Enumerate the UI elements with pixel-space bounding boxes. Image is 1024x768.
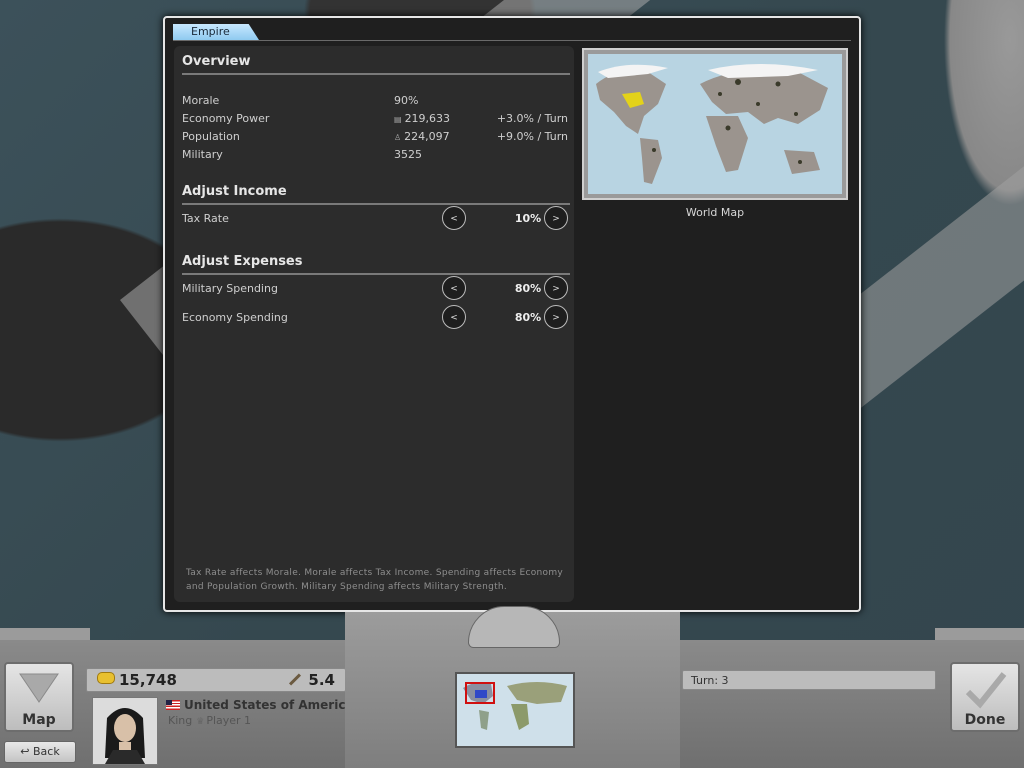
economy-spending-label: Economy Spending [182, 311, 288, 324]
minimap[interactable] [455, 672, 575, 748]
gold-value: 15,748 [119, 671, 177, 689]
income-title: Adjust Income [182, 184, 287, 199]
player-label: Player 1 [206, 714, 252, 727]
tax-increase-button[interactable]: > [544, 206, 568, 230]
world-map-image [588, 54, 842, 194]
divider [182, 73, 570, 75]
stat-value-wrap: ♙ 224,097 [394, 130, 450, 143]
coin-icon: ▤ [394, 115, 402, 124]
stat-value: 219,633 [404, 112, 451, 125]
stat-change: +3.0% / Turn [496, 112, 568, 125]
turn-display: Turn: 3 [682, 670, 936, 690]
stat-value-wrap: ▤ 219,633 [394, 112, 450, 125]
gold-icon [97, 672, 115, 684]
rank-label: King [168, 714, 193, 727]
military-increase-button[interactable]: > [544, 276, 568, 300]
military-spending-label: Military Spending [182, 282, 278, 295]
tab-empire[interactable]: Empire [173, 24, 259, 40]
stat-row-morale: Morale 90% [182, 94, 570, 110]
triangle-down-icon [19, 673, 59, 703]
stat-label: Morale [182, 94, 220, 107]
person-icon: ♙ [394, 133, 402, 142]
us-flag-icon [166, 700, 180, 710]
stat-row-population: Population ♙ 224,097 +9.0% / Turn [182, 130, 570, 146]
income-heading: Adjust Income [182, 184, 570, 205]
stat-value: 224,097 [404, 130, 450, 143]
expenses-title: Adjust Expenses [182, 254, 303, 269]
stat-row-economy: Economy Power ▤ 219,633 +3.0% / Turn [182, 112, 570, 128]
stat-label: Economy Power [182, 112, 270, 125]
stat-row-military: Military 3525 [182, 148, 570, 164]
divider [182, 203, 570, 205]
minimap-image [457, 674, 573, 746]
stat-value: 3525 [394, 148, 422, 161]
tax-decrease-button[interactable]: < [442, 206, 466, 230]
help-footnote: Tax Rate affects Morale. Morale affects … [186, 568, 564, 592]
stat-change: +9.0% / Turn [496, 130, 568, 143]
stat-label: Population [182, 130, 240, 143]
country-name: United States of America [166, 698, 354, 712]
economy-decrease-button[interactable]: < [442, 305, 466, 329]
military-spending-control: Military Spending < 80% > [182, 276, 570, 302]
stat-label: Military [182, 148, 223, 161]
back-button[interactable]: ↩ Back [4, 741, 76, 763]
strength-display: 5.4 [288, 671, 335, 689]
leader-avatar [93, 698, 157, 764]
country-label: United States of America [184, 698, 354, 712]
overview-title: Overview [182, 54, 251, 69]
stat-value: 90% [394, 94, 419, 107]
player-rank: King ♛ Player 1 [168, 714, 251, 727]
military-decrease-button[interactable]: < [442, 276, 466, 300]
tax-rate-label: Tax Rate [182, 212, 229, 225]
overview-heading: Overview [182, 54, 570, 75]
economy-spending-control: Economy Spending < 80% > [182, 305, 570, 331]
resource-bar: 15,748 5.4 [86, 668, 346, 692]
tax-rate-control: Tax Rate < 10% > [182, 206, 570, 232]
leader-portrait [92, 697, 158, 765]
tab-divider [173, 40, 851, 41]
done-button[interactable]: Done [950, 662, 1020, 732]
map-button[interactable]: Map [4, 662, 74, 732]
crown-icon: ♛ [196, 717, 205, 727]
world-map-label: World Map [685, 206, 745, 219]
strength-value: 5.4 [308, 671, 335, 689]
gold-display: 15,748 [97, 671, 177, 689]
divider [182, 273, 570, 275]
world-map-thumbnail[interactable] [582, 48, 848, 200]
checkmark-icon [965, 672, 1007, 709]
empire-panel: Empire Overview Morale 90% Economy Power… [163, 16, 861, 612]
expenses-heading: Adjust Expenses [182, 254, 570, 275]
map-button-label: Map [22, 712, 56, 728]
done-button-label: Done [964, 712, 1006, 728]
economy-increase-button[interactable]: > [544, 305, 568, 329]
empire-stats-panel: Overview Morale 90% Economy Power ▤ 219,6… [174, 46, 574, 602]
sword-icon [289, 673, 302, 686]
